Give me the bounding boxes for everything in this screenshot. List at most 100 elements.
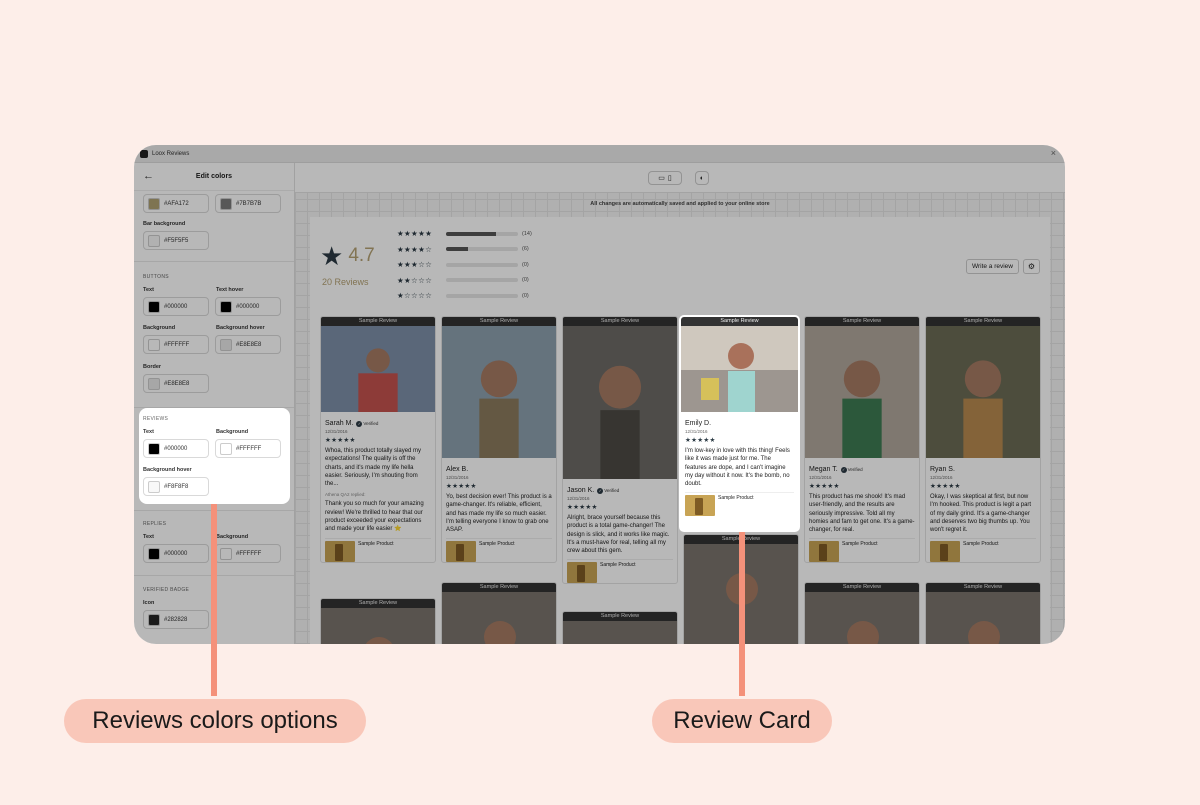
histogram-row[interactable]: ★★★★☆ (6) xyxy=(397,245,529,254)
buttons-background-hover-field[interactable]: #E8E8E8 xyxy=(215,335,281,354)
review-photo xyxy=(563,621,677,644)
product-tag[interactable]: Sample Product xyxy=(325,537,431,562)
filter-icon[interactable]: ⚙ xyxy=(1023,259,1040,274)
review-body: Megan T. ✓ Verified 12/31/2016 ★★★★★ This pro… xyxy=(805,463,919,563)
back-arrow-icon[interactable]: ← xyxy=(143,170,154,182)
product-thumbnail xyxy=(930,541,960,563)
reviewer-name-row: Ryan S. xyxy=(930,466,1036,473)
reviewer-name-row: Sarah M. ✓ Verified xyxy=(325,420,431,427)
check-icon: ✓ xyxy=(840,466,847,473)
color-swatch[interactable] xyxy=(220,338,232,351)
title-bar: Loox Reviews × xyxy=(134,145,1065,163)
reviews-background-hover-field[interactable]: #F8F8F8 xyxy=(143,477,209,496)
color-swatch[interactable] xyxy=(148,300,160,313)
verified-label: Verified xyxy=(847,467,863,472)
color-swatch[interactable] xyxy=(148,613,160,626)
review-card[interactable]: Sample Review Sarah M. ✓ Verified 12/31/2016… xyxy=(320,316,436,563)
reviews-text-field[interactable]: #000000 xyxy=(143,439,209,458)
verified-icon-field[interactable]: #282828 xyxy=(143,610,209,629)
sidebar-title: Edit colors xyxy=(195,173,233,180)
device-toggle[interactable]: ▭ ▯ xyxy=(648,171,682,185)
product-label: Sample Product xyxy=(600,562,636,569)
mobile-icon[interactable]: ▯ xyxy=(668,174,672,182)
histogram-row[interactable]: ★☆☆☆☆ (0) xyxy=(397,291,529,300)
star-icon: ★ xyxy=(320,241,344,271)
product-tag[interactable]: Sample Product xyxy=(567,559,673,584)
review-date: 12/31/2016 xyxy=(325,429,348,434)
check-icon: ✓ xyxy=(356,420,363,427)
color-swatch[interactable] xyxy=(148,442,160,455)
review-text: This product has me shook! It's mad user… xyxy=(809,494,915,534)
buttons-text-field[interactable]: #000000 xyxy=(143,297,209,316)
review-card[interactable]: Sample Review xyxy=(562,611,678,644)
preview-toolbar: ▭ ▯ ◐ xyxy=(295,163,1065,193)
autosave-notice: All changes are automatically saved and … xyxy=(590,201,770,207)
product-tag[interactable]: Sample Product xyxy=(809,538,915,563)
replies-background-field[interactable]: #FFFFFF xyxy=(215,544,281,563)
buttons-border-row: #E8E8E8 xyxy=(143,374,209,393)
histogram-count: (6) xyxy=(522,246,529,252)
reviews-background-field[interactable]: #FFFFFF xyxy=(215,439,281,458)
bar-background-label: Bar background xyxy=(143,221,186,227)
review-text: Okay, I was skeptical at first, but now … xyxy=(930,494,1032,534)
review-card[interactable]: Sample Review Alex B. 12/31/2016 ★★★★★ Yo, b… xyxy=(441,316,557,564)
color-swatch[interactable] xyxy=(148,338,160,351)
product-tag[interactable]: Sample Product xyxy=(930,538,1036,563)
review-card[interactable]: Sample Review Jason K. ✓ Verified 12/31/2016… xyxy=(562,316,678,585)
reviews-background-hover-label: Background hover xyxy=(143,467,192,473)
reviewer-name-row: Megan T. ✓ Verified xyxy=(809,466,915,473)
color-swatch[interactable] xyxy=(220,547,232,560)
color-field-top-1[interactable]: #AFA172 xyxy=(143,194,209,213)
histogram-row[interactable]: ★★☆☆☆ (0) xyxy=(397,276,529,285)
review-date: 12/31/2016 xyxy=(446,475,469,480)
review-card[interactable]: Sample Review xyxy=(804,582,920,644)
sample-review-badge: Sample Review xyxy=(926,317,1040,326)
reviews-section-title: REVIEWS xyxy=(143,416,169,422)
verified-badge: ✓ Verified xyxy=(597,487,619,494)
color-swatch[interactable] xyxy=(220,197,232,210)
histogram-row[interactable]: ★★★★★ (14) xyxy=(397,229,532,238)
review-card[interactable]: Sample Review Megan T. ✓ Verified 12/31/2016… xyxy=(804,316,920,564)
review-card[interactable]: Sample Review xyxy=(320,598,436,644)
review-body: Ryan S. 12/31/2016 ★★★★★ Okay, I was skepti… xyxy=(926,463,1040,563)
color-field-top-2[interactable]: #7B7B7B xyxy=(215,194,281,213)
histogram-row[interactable]: ★★★☆☆ (0) xyxy=(397,260,529,269)
replies-text-label: Text xyxy=(143,534,154,540)
review-text: I'm low-key in love with this thing! Fee… xyxy=(685,448,790,488)
color-swatch[interactable] xyxy=(148,480,160,493)
buttons-background-label: Background xyxy=(143,325,176,331)
write-review-button[interactable]: Write a review xyxy=(965,259,1019,274)
desktop-icon[interactable]: ▭ xyxy=(658,174,665,182)
review-card[interactable]: Sample Review xyxy=(441,582,557,644)
review-count: 20 Reviews xyxy=(322,277,369,287)
buttons-background-field[interactable]: #FFFFFF xyxy=(143,335,209,354)
product-tag[interactable]: Sample Product xyxy=(446,538,552,563)
review-stars: ★★★★★ xyxy=(930,483,961,490)
histogram-fill xyxy=(446,231,497,236)
color-swatch[interactable] xyxy=(148,547,160,560)
color-swatch[interactable] xyxy=(148,377,160,390)
buttons-border-label: Border xyxy=(143,364,162,370)
review-photo xyxy=(321,608,435,644)
review-card[interactable]: Sample Review Ryan S. 12/31/2016 ★★★★★ Okay,… xyxy=(925,316,1041,564)
product-tag[interactable]: Sample Product xyxy=(685,492,794,517)
reply-author: Athena QA2 replied: xyxy=(325,492,366,498)
histogram-stars: ★★☆☆☆ xyxy=(397,275,433,285)
bar-background-field[interactable]: #F5F5F5 xyxy=(143,231,209,250)
contrast-icon[interactable]: ◐ xyxy=(695,171,709,185)
histogram-stars: ★★★★★ xyxy=(397,229,433,238)
review-card[interactable]: Sample Review xyxy=(925,582,1041,644)
color-swatch[interactable] xyxy=(148,234,160,247)
buttons-border-field[interactable]: #E8E8E8 xyxy=(143,374,209,393)
reviews-colors-panel-highlight: REVIEWS Text Background #000000 #FFFFFF … xyxy=(139,408,290,504)
color-swatch[interactable] xyxy=(220,300,232,313)
review-photo xyxy=(321,326,435,412)
color-swatch[interactable] xyxy=(148,197,160,210)
highlighted-review-card[interactable]: Sample Review Emily D. 12/31/2016 ★★★★★ … xyxy=(679,315,800,532)
product-label: Sample Product xyxy=(718,495,754,502)
close-icon[interactable]: × xyxy=(1051,148,1056,158)
replies-text-field[interactable]: #000000 xyxy=(143,544,209,563)
average-rating: ★ 4.7 xyxy=(320,243,375,269)
color-swatch[interactable] xyxy=(220,442,232,455)
buttons-text-hover-field[interactable]: #000000 xyxy=(215,297,281,316)
